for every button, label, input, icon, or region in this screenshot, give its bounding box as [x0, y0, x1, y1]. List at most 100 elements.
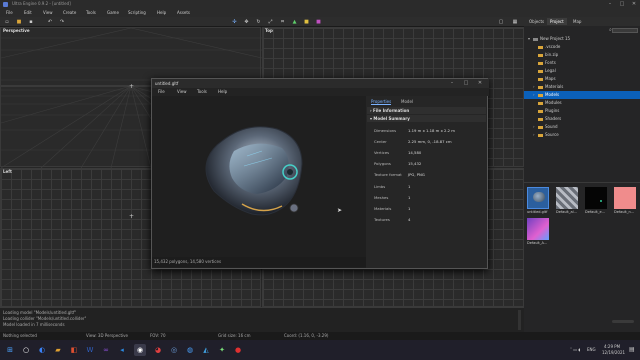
tree-item-shaders[interactable]: Shaders	[524, 115, 640, 123]
dialog-menu-view[interactable]: View	[177, 89, 187, 94]
steam-icon[interactable]: ◍	[184, 344, 196, 356]
select-tool-icon[interactable]: ✣	[230, 18, 239, 26]
tab-project[interactable]: Project	[547, 18, 567, 25]
tab-objects[interactable]: Objects	[526, 18, 547, 25]
ultra-engine-icon[interactable]: ◉	[134, 344, 146, 356]
search-input[interactable]	[612, 28, 638, 33]
dialog-menu-help[interactable]: Help	[218, 89, 227, 94]
dialog-menu-file[interactable]: File	[158, 89, 165, 94]
tree-item-fonts[interactable]: Fonts	[524, 59, 640, 67]
dialog-maximize-button[interactable]: □	[460, 79, 472, 88]
snap-tool-icon[interactable]: ⌗	[278, 18, 287, 26]
new-file-icon[interactable]: ▫	[4, 19, 10, 25]
close-button[interactable]: ✕	[628, 0, 640, 9]
rotate-tool-icon[interactable]: ↻	[254, 18, 263, 26]
maximize-button[interactable]: □	[616, 0, 628, 9]
prop-value: 14,580	[408, 150, 422, 155]
tab-properties[interactable]: Properties	[371, 99, 392, 105]
asset-thumbnail[interactable]	[527, 218, 549, 240]
status-grid: Grid size: 16 cm	[218, 333, 251, 338]
console-line: Loading model "Models/untitled.gltf"	[3, 310, 77, 315]
menu-help[interactable]: Help	[157, 10, 166, 15]
folder-icon	[538, 109, 543, 113]
vscode-icon[interactable]: ◂	[116, 344, 128, 356]
prop-label: Limbs	[374, 184, 386, 189]
paint-tool-icon[interactable]: ■	[302, 18, 311, 26]
asset-thumbnail[interactable]	[614, 187, 636, 209]
tree-item-maps[interactable]: Maps	[524, 75, 640, 83]
section-model-summary[interactable]: ▾ Model Summary	[367, 115, 486, 122]
menu-assets[interactable]: Assets	[177, 10, 190, 15]
tree-item-vscode[interactable]: .vscode	[524, 43, 640, 51]
scale-tool-icon[interactable]: ⤢	[266, 18, 275, 26]
prop-label: Dimensions	[374, 128, 397, 133]
taskbar-app-icon[interactable]: ○	[20, 344, 32, 356]
asset-label: Default_e...	[585, 210, 606, 214]
language-indicator[interactable]: ENG	[587, 347, 596, 352]
layout-quad-icon[interactable]: ▦	[512, 19, 518, 25]
asset-thumbnail[interactable]	[556, 187, 578, 209]
clock-time[interactable]: 4:29 PM	[604, 344, 620, 349]
tree-item-source[interactable]: › Source	[524, 131, 640, 139]
open-folder-icon[interactable]: ■	[16, 19, 22, 25]
tree-item-modules[interactable]: Modules	[524, 99, 640, 107]
store-icon[interactable]: ◭	[200, 344, 212, 356]
tree-item-root[interactable]: ▾ New Project 15	[524, 35, 640, 43]
menu-file[interactable]: File	[6, 10, 13, 15]
asset-label: untitled.gltf	[527, 210, 548, 214]
dialog-close-button[interactable]: ✕	[474, 79, 486, 88]
tree-item-bin[interactable]: bin.zip	[524, 51, 640, 59]
app-icon[interactable]: ✦	[216, 344, 228, 356]
edge-icon[interactable]: ◐	[36, 344, 48, 356]
tree-item-models[interactable]: › Models	[524, 91, 640, 99]
console-scrollbar[interactable]	[518, 310, 521, 330]
center-marker: +	[129, 83, 135, 90]
dialog-menu-tools[interactable]: Tools	[197, 89, 207, 94]
record-icon[interactable]: ●	[232, 344, 244, 356]
viewport-label-left: Left	[3, 169, 12, 174]
move-tool-icon[interactable]: ✥	[242, 18, 251, 26]
menu-tools[interactable]: Tools	[86, 10, 96, 15]
tree-item-plugins[interactable]: Plugins	[524, 107, 640, 115]
section-file-information[interactable]: › File Information	[367, 107, 486, 114]
menu-view[interactable]: View	[43, 10, 53, 15]
tree-item-sound[interactable]: › Sound	[524, 123, 640, 131]
thumbnail-size-slider[interactable]	[612, 320, 634, 323]
tab-model[interactable]: Model	[401, 99, 413, 104]
model-preview[interactable]: ➤	[152, 96, 366, 264]
menu-create[interactable]: Create	[63, 10, 76, 15]
visual-studio-icon[interactable]: ∞	[100, 344, 112, 356]
menu-scripting[interactable]: Scripting	[128, 10, 146, 15]
tray-icons[interactable]: ˄ ▭ ◖	[570, 347, 580, 352]
asset-thumbnail[interactable]	[527, 187, 549, 209]
prop-value: 2.25 mm, 0, -18.87 cm	[408, 139, 452, 144]
terrain-tool-icon[interactable]: ▲	[290, 18, 299, 26]
menu-edit[interactable]: Edit	[24, 10, 32, 15]
folder-icon	[538, 133, 543, 137]
minimize-button[interactable]: –	[604, 0, 616, 9]
tree-item-materials[interactable]: › Materials	[524, 83, 640, 91]
tab-map[interactable]: Map	[570, 18, 584, 25]
explorer-icon[interactable]: ▰	[52, 344, 64, 356]
layout-single-icon[interactable]: ▢	[498, 19, 504, 25]
folder-icon	[533, 37, 538, 41]
prop-label: Texture format	[374, 172, 402, 177]
right-panel-tabs: Objects Project Map	[524, 17, 640, 26]
redo-icon[interactable]: ↷	[59, 19, 65, 25]
menu-game[interactable]: Game	[107, 10, 119, 15]
word-icon[interactable]: W	[84, 344, 96, 356]
undo-icon[interactable]: ↶	[47, 19, 53, 25]
tree-item-legal[interactable]: Legal	[524, 67, 640, 75]
material-tool-icon[interactable]: ■	[314, 18, 323, 26]
dialog-minimize-button[interactable]: –	[446, 79, 458, 88]
dialog-title-bar[interactable]: untitled.gltf – □ ✕	[152, 79, 489, 88]
app-icon[interactable]: ◎	[168, 344, 180, 356]
clock-date[interactable]: 12/19/2021	[602, 350, 625, 355]
notification-icon[interactable]: ▤	[629, 346, 635, 353]
asset-thumbnail[interactable]	[585, 187, 607, 209]
chrome-icon[interactable]: ◕	[152, 344, 164, 356]
dialog-title: untitled.gltf	[155, 81, 179, 86]
save-icon[interactable]: ▪	[28, 19, 34, 25]
office-icon[interactable]: ◧	[68, 344, 80, 356]
start-icon[interactable]: ⊞	[4, 344, 16, 356]
